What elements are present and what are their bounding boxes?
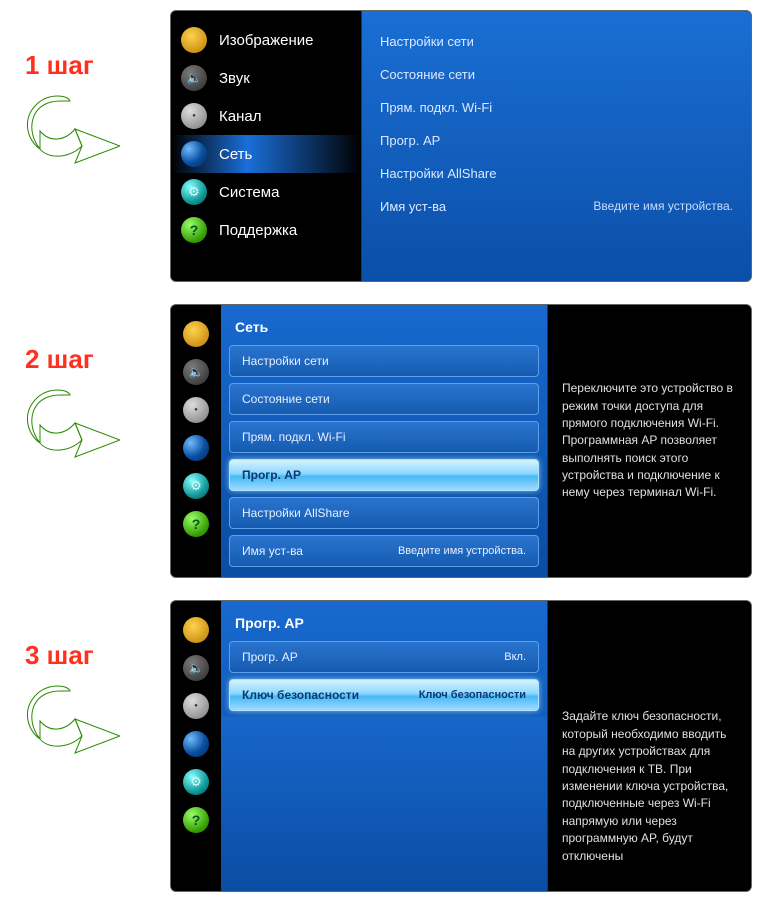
sound-icon[interactable] — [183, 655, 209, 681]
submenu-item-net-settings[interactable]: Настройки сети — [380, 25, 733, 58]
help-text: Переключите это устройство в режим точки… — [562, 380, 737, 502]
submenu-item-net-status[interactable]: Состояние сети — [380, 58, 733, 91]
submenu-item-device-name[interactable]: Имя уст-ва Введите имя устройства. — [380, 190, 733, 223]
step-1-arrow-icon — [20, 91, 170, 186]
help-icon — [181, 217, 207, 243]
gear-icon[interactable] — [183, 769, 209, 795]
help-text: Задайте ключ безопасности, который необх… — [562, 708, 737, 865]
sound-icon — [181, 65, 207, 91]
step-3-help-panel: Задайте ключ безопасности, который необх… — [548, 601, 751, 891]
step-2-label-column: 2 шаг — [10, 304, 170, 480]
step-2-arrow-icon — [20, 385, 170, 480]
sound-icon[interactable] — [183, 359, 209, 385]
step-2-tv-panel: Сеть Настройки сети Состояние сети Прям.… — [170, 304, 752, 578]
step-3-sidebar — [171, 601, 221, 891]
sidebar-item-support[interactable]: Поддержка — [171, 211, 361, 249]
step-2-help-panel: Переключите это устройство в режим точки… — [548, 305, 751, 577]
step-3-label-column: 3 шаг — [10, 600, 170, 776]
channel-icon[interactable] — [183, 693, 209, 719]
option-wifi-direct[interactable]: Прям. подкл. Wi-Fi — [229, 421, 539, 453]
image-icon[interactable] — [183, 617, 209, 643]
submenu-item-soft-ap[interactable]: Прогр. AP — [380, 124, 733, 157]
panel-title: Сеть — [229, 315, 539, 345]
sidebar-item-image[interactable]: Изображение — [171, 21, 361, 59]
image-icon — [181, 27, 207, 53]
empty-area — [221, 717, 547, 891]
submenu-item-wifi-direct[interactable]: Прям. подкл. Wi-Fi — [380, 91, 733, 124]
step-3-arrow-icon — [20, 681, 170, 776]
step-1-tv-panel: Изображение Звук Канал Сеть Система Подд… — [170, 10, 752, 282]
gear-icon[interactable] — [183, 473, 209, 499]
sidebar-item-channel[interactable]: Канал — [171, 97, 361, 135]
sidebar-item-label: Система — [219, 184, 279, 201]
channel-icon — [181, 103, 207, 129]
globe-icon[interactable] — [183, 435, 209, 461]
step-2-label: 2 шаг — [25, 344, 170, 375]
step-2-center-panel: Сеть Настройки сети Состояние сети Прям.… — [221, 305, 548, 577]
sidebar-item-system[interactable]: Система — [171, 173, 361, 211]
panel-title: Прогр. AP — [229, 611, 539, 641]
step-1: 1 шаг Изображение Звук Канал — [10, 10, 758, 282]
step-1-label: 1 шаг — [25, 50, 170, 81]
step-2-sidebar — [171, 305, 221, 577]
option-soft-ap-toggle[interactable]: Прогр. AP Вкл. — [229, 641, 539, 673]
option-net-settings[interactable]: Настройки сети — [229, 345, 539, 377]
option-security-key[interactable]: Ключ безопасности Ключ безопасности — [229, 679, 539, 711]
step-3-label: 3 шаг — [25, 640, 170, 671]
sidebar-item-label: Звук — [219, 70, 250, 87]
step-3-tv-panel: Прогр. AP Прогр. AP Вкл. Ключ безопаснос… — [170, 600, 752, 892]
step-3-center-panel: Прогр. AP Прогр. AP Вкл. Ключ безопаснос… — [221, 601, 548, 891]
step-1-submenu: Настройки сети Состояние сети Прям. подк… — [361, 11, 751, 281]
step-1-label-column: 1 шаг — [10, 10, 170, 186]
option-allshare[interactable]: Настройки AllShare — [229, 497, 539, 529]
help-icon[interactable] — [183, 511, 209, 537]
help-icon[interactable] — [183, 807, 209, 833]
step-2: 2 шаг Сеть Настройки сети Состояние сети… — [10, 304, 758, 578]
option-device-name[interactable]: Имя уст-ва Введите имя устройства. — [229, 535, 539, 567]
globe-icon — [181, 141, 207, 167]
sidebar-item-label: Сеть — [219, 146, 252, 163]
channel-icon[interactable] — [183, 397, 209, 423]
sidebar-item-sound[interactable]: Звук — [171, 59, 361, 97]
option-net-status[interactable]: Состояние сети — [229, 383, 539, 415]
option-soft-ap[interactable]: Прогр. AP — [229, 459, 539, 491]
sidebar-item-label: Поддержка — [219, 222, 297, 239]
sidebar-item-label: Изображение — [219, 32, 314, 49]
gear-icon — [181, 179, 207, 205]
globe-icon[interactable] — [183, 731, 209, 757]
sidebar-item-label: Канал — [219, 108, 261, 125]
image-icon[interactable] — [183, 321, 209, 347]
step-1-sidebar: Изображение Звук Канал Сеть Система Подд… — [171, 11, 361, 281]
submenu-item-allshare[interactable]: Настройки AllShare — [380, 157, 733, 190]
sidebar-item-network[interactable]: Сеть — [171, 135, 361, 173]
step-3: 3 шаг Прогр. AP Прогр. AP Вкл. Клю — [10, 600, 758, 892]
